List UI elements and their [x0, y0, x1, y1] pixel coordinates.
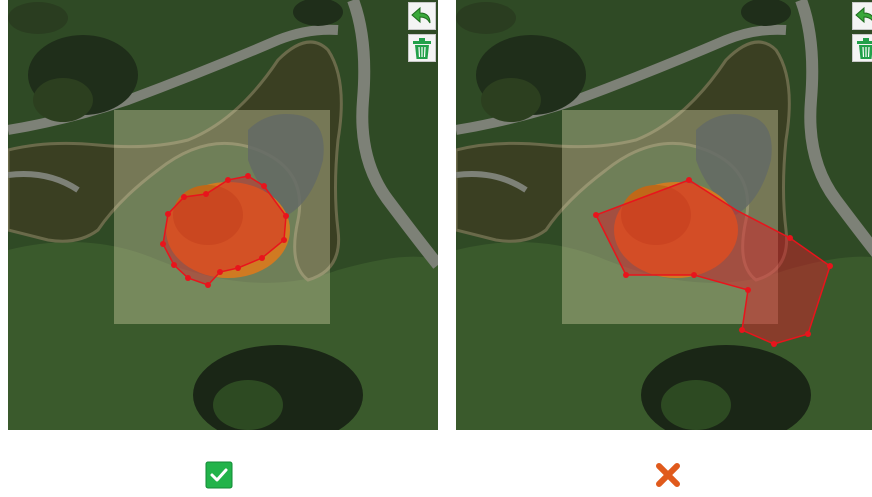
tree-bottom-2: [661, 380, 731, 430]
panel-incorrect: [456, 0, 872, 430]
trash-icon: [413, 38, 431, 59]
result-incorrect: [654, 461, 682, 489]
delete-button[interactable]: [852, 34, 872, 62]
trash-icon: [857, 38, 872, 59]
undo-button[interactable]: [852, 2, 872, 30]
panel-correct: [8, 0, 438, 430]
tree-top-corner: [8, 2, 68, 34]
cross-icon: [656, 463, 680, 487]
tree-bottom-2: [213, 380, 283, 430]
undo-button[interactable]: [408, 2, 436, 30]
result-correct: [205, 461, 233, 489]
aerial-map-left[interactable]: [8, 0, 438, 430]
tree-top-left-2: [33, 78, 93, 122]
tree-top-left-2: [481, 78, 541, 122]
checkmark-icon: [205, 461, 233, 489]
undo-arrow-icon: [855, 6, 872, 24]
tree-top-corner: [456, 2, 516, 34]
undo-arrow-icon: [411, 6, 431, 24]
delete-button[interactable]: [408, 34, 436, 62]
aerial-map-right[interactable]: [456, 0, 872, 430]
